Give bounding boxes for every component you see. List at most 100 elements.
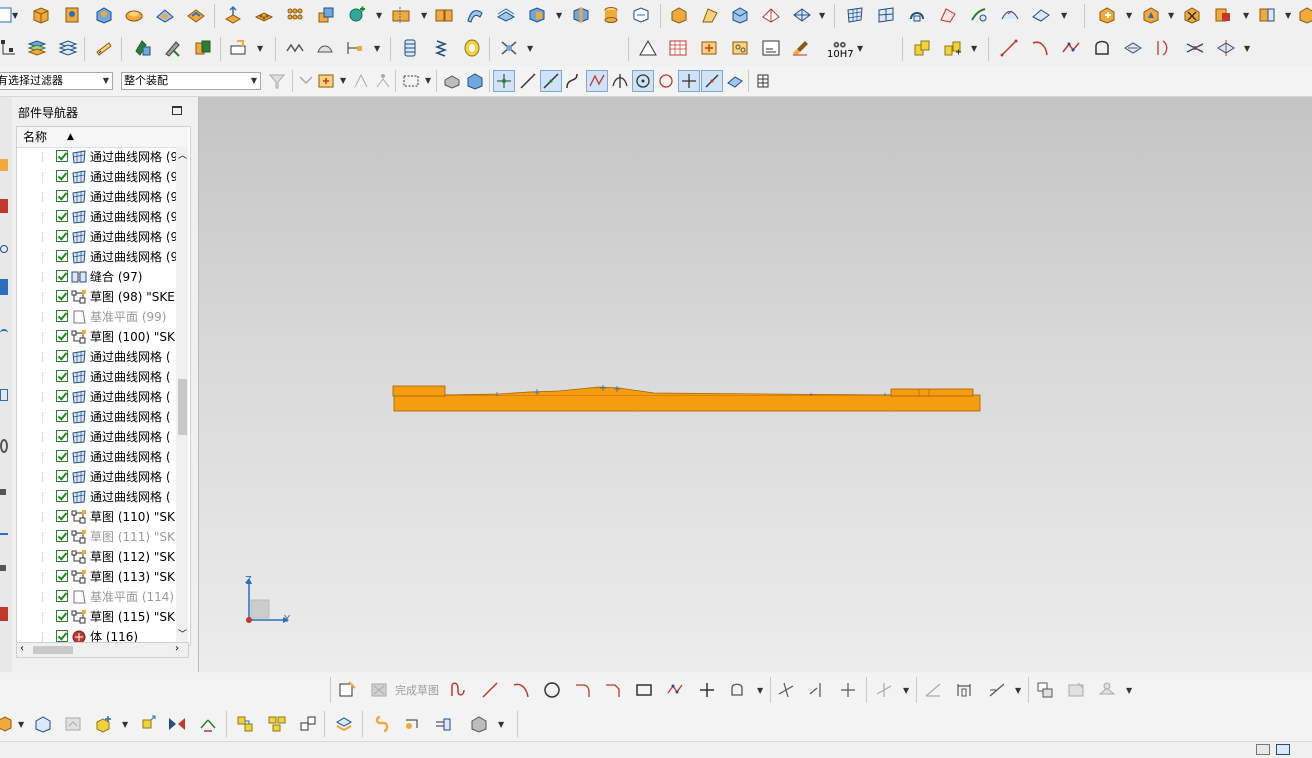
geometric-constraint-icon[interactable]: [922, 679, 944, 701]
part-right-block[interactable]: [890, 388, 974, 397]
dropdown-arrow-icon[interactable]: ▼: [1168, 11, 1174, 20]
point-sketch-icon[interactable]: [696, 679, 718, 701]
resource-tab-icon[interactable]: [0, 199, 8, 213]
tree-row[interactable]: ┊ 通过曲线网格 (: [17, 407, 188, 427]
sequence-icon[interactable]: [402, 713, 424, 735]
offset-curve-icon[interactable]: [1153, 37, 1175, 59]
tree-row[interactable]: ┊ 通过曲线网格 (: [17, 387, 188, 407]
resource-tab-icon[interactable]: [0, 565, 6, 571]
visibility-checkbox[interactable]: [56, 310, 68, 322]
datum-point-icon[interactable]: [729, 37, 751, 59]
remove-component-icon[interactable]: [1181, 4, 1203, 26]
visibility-checkbox[interactable]: [56, 370, 68, 382]
visibility-checkbox[interactable]: [56, 350, 68, 362]
mesh-surface-icon[interactable]: [844, 4, 866, 26]
unite-body-icon[interactable]: [315, 4, 337, 26]
scroll-down-icon[interactable]: ﹀: [178, 627, 187, 640]
dropdown-arrow-icon[interactable]: ▼: [527, 44, 533, 53]
curve-wave-icon[interactable]: [284, 37, 306, 59]
new-component-icon[interactable]: [1140, 4, 1162, 26]
arc-curve-icon[interactable]: [1029, 37, 1051, 59]
column-header-name[interactable]: 名称 ▲: [17, 127, 188, 148]
profile-sketch-icon[interactable]: [448, 679, 470, 701]
sketch-grid-icon[interactable]: [0, 37, 20, 59]
visibility-checkbox[interactable]: [56, 190, 68, 202]
resource-tab-icon[interactable]: [0, 389, 8, 401]
resource-tab-icon[interactable]: [0, 525, 8, 535]
tree-row[interactable]: ┊ 通过曲线网格 (: [17, 367, 188, 387]
swept-surface-icon[interactable]: [906, 4, 928, 26]
intersect-curve-icon[interactable]: [1184, 37, 1206, 59]
replace-face-icon[interactable]: [630, 4, 652, 26]
tree-row[interactable]: ┊ 通过曲线网格 (: [17, 427, 188, 447]
visibility-checkbox[interactable]: [56, 270, 68, 282]
snap-line-icon[interactable]: [517, 70, 539, 92]
tree-row[interactable]: ┊ 草图 (112) "SK: [17, 547, 188, 567]
dropdown-arrow-icon[interactable]: ▼: [257, 44, 263, 53]
view-fullscreen-icon[interactable]: [1256, 744, 1270, 755]
scroll-left-icon[interactable]: ‹: [20, 643, 24, 654]
tree-row[interactable]: ┊ 通过曲线网格 (: [17, 487, 188, 507]
disc-spring-icon[interactable]: [461, 37, 483, 59]
resource-tab-icon[interactable]: [0, 439, 8, 453]
tree-row[interactable]: ┊ 通过曲线网格 (: [17, 347, 188, 367]
tree-row[interactable]: ┊ 基准平面 (99): [17, 307, 188, 327]
visibility-checkbox[interactable]: [56, 330, 68, 342]
tree-row[interactable]: ┊ 通过曲线网格 (9: [17, 167, 188, 187]
move-feature-icon[interactable]: [192, 37, 214, 59]
filter-options-icon[interactable]: [266, 70, 288, 92]
visibility-checkbox[interactable]: [56, 450, 68, 462]
visibility-checkbox[interactable]: [56, 590, 68, 602]
tree-row[interactable]: ┊ 基准平面 (114): [17, 587, 188, 607]
tree-row[interactable]: ┊ 草图 (115) "SK: [17, 607, 188, 627]
dropdown-arrow-icon[interactable]: ▼: [1285, 11, 1291, 20]
layer-stack-icon[interactable]: [26, 37, 48, 59]
sketch-create-icon[interactable]: [336, 679, 358, 701]
dropdown-arrow-icon[interactable]: ▼: [857, 44, 863, 53]
snap-intersection-icon[interactable]: [609, 70, 631, 92]
select-feature-icon[interactable]: [315, 70, 337, 92]
pad-feature-icon[interactable]: [123, 4, 145, 26]
snap-control-point-icon[interactable]: [586, 70, 608, 92]
edit-parameters-icon[interactable]: [161, 37, 183, 59]
tree-row[interactable]: ┊ 草图 (110) "SK: [17, 507, 188, 527]
snap-quadrant-icon[interactable]: [655, 70, 677, 92]
rectangle-select-icon[interactable]: [400, 70, 422, 92]
selection-filter-select[interactable]: 有选择过滤器 ▼: [0, 72, 113, 90]
window-restore-icon[interactable]: [1276, 744, 1290, 755]
tree-row[interactable]: ┊ 草图 (111) "SK: [17, 527, 188, 547]
exploded-view-icon[interactable]: [333, 713, 355, 735]
circle-sketch-icon[interactable]: [541, 679, 563, 701]
tree-horizontal-scrollbar[interactable]: ‹ ›: [16, 642, 189, 658]
assembly-block-icon[interactable]: [911, 37, 933, 59]
scroll-right-icon[interactable]: ›: [175, 643, 179, 654]
dropdown-arrow-icon[interactable]: ▼: [421, 11, 427, 20]
transition-surface-icon[interactable]: [968, 4, 990, 26]
dropdown-arrow-icon[interactable]: ▼: [1126, 11, 1132, 20]
part-surface-profile[interactable]: [444, 386, 892, 396]
trim-sheet-icon[interactable]: [729, 4, 751, 26]
select-solid-icon[interactable]: [441, 70, 463, 92]
dropdown-arrow-icon[interactable]: ▼: [376, 11, 382, 20]
assembly-scope-select[interactable]: 整个装配 ▼: [121, 72, 261, 90]
add-component-icon[interactable]: [1096, 4, 1118, 26]
tree-row[interactable]: ┊ 通过曲线网格 (9: [17, 247, 188, 267]
assembly-group-icon[interactable]: [942, 37, 964, 59]
select-faces-icon[interactable]: [350, 70, 372, 92]
split-body-icon[interactable]: [433, 4, 455, 26]
pattern-feature-icon[interactable]: [253, 4, 275, 26]
array-icon[interactable]: [284, 4, 306, 26]
tree-vertical-scrollbar[interactable]: ︿ ﹀: [176, 147, 188, 645]
tree-row[interactable]: ┊ 通过曲线网格 (: [17, 467, 188, 487]
resource-tab-icon[interactable]: [0, 245, 8, 253]
dropdown-arrow-icon[interactable]: ▼: [425, 76, 431, 85]
relations-browser-icon[interactable]: [1034, 679, 1056, 701]
quick-trim-icon[interactable]: [775, 679, 797, 701]
add-existing-component-icon[interactable]: [93, 713, 115, 735]
solid-box-icon[interactable]: [668, 4, 690, 26]
snap-endpoint-icon[interactable]: [493, 70, 515, 92]
visibility-checkbox[interactable]: [56, 250, 68, 262]
hole-feature-icon[interactable]: [61, 4, 83, 26]
dropdown-arrow-icon[interactable]: ▼: [971, 44, 977, 53]
open-part-icon[interactable]: [32, 713, 54, 735]
